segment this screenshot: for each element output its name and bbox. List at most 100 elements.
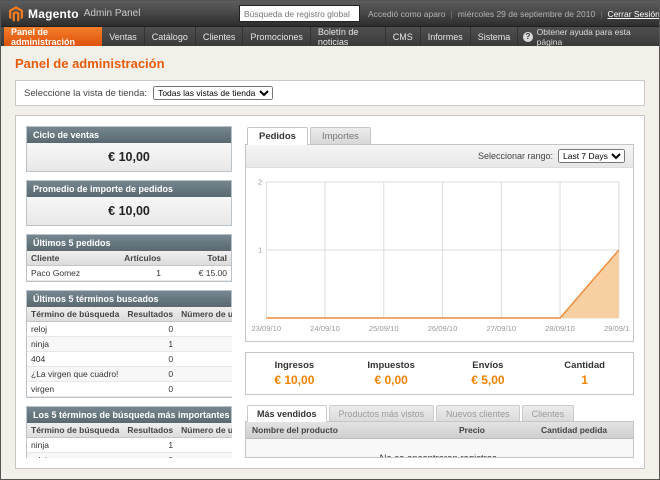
box-title: Últimos 5 términos buscados bbox=[27, 291, 231, 307]
table-row: reloj02 bbox=[27, 322, 232, 337]
nav-item-cms[interactable]: CMS bbox=[386, 27, 421, 46]
nav-item-informes[interactable]: Informes bbox=[421, 27, 471, 46]
total-label: Cantidad bbox=[540, 360, 629, 371]
table-cell: ninja bbox=[27, 337, 123, 352]
tab-clientes[interactable]: Clientes bbox=[522, 405, 575, 422]
nav-item-cat-logo[interactable]: Catálogo bbox=[145, 27, 196, 46]
tab-m-s-vendidos[interactable]: Más vendidos bbox=[247, 405, 327, 422]
table-row: ninja110 bbox=[27, 337, 232, 352]
table-cell: 1 bbox=[123, 337, 177, 352]
column-header-n-mero-de-usos: Número de usos bbox=[177, 307, 232, 322]
table-cell: 2 bbox=[177, 322, 232, 337]
page-title: Panel de administración bbox=[15, 56, 645, 71]
lifetime-sales-value: € 10,00 bbox=[27, 143, 231, 171]
logo-title: Magento bbox=[28, 7, 79, 21]
svg-text:29/09/10: 29/09/10 bbox=[604, 324, 629, 333]
report-tabs: Más vendidosProductos más vistosNuevos c… bbox=[245, 404, 634, 421]
table-cell: 0 bbox=[123, 352, 177, 367]
tab-pedidos[interactable]: Pedidos bbox=[247, 127, 308, 145]
help-icon: ? bbox=[523, 32, 532, 42]
table-cell: € 15.00 bbox=[165, 266, 231, 281]
column-header-t-rmino-de-b-squeda: Término de búsqueda bbox=[27, 423, 123, 438]
separator: | bbox=[451, 9, 453, 19]
nav-item-clientes[interactable]: Clientes bbox=[196, 27, 244, 46]
table-cell: 2 bbox=[177, 453, 232, 459]
global-search-input[interactable] bbox=[239, 5, 360, 22]
table-cell: ninja bbox=[27, 438, 123, 453]
table-cell: 2 bbox=[177, 367, 232, 382]
nav-item-bolet-n-de-noticias[interactable]: Boletín de noticias bbox=[311, 27, 386, 46]
chart-toolbar: Seleccionar rango: Last 7 Days bbox=[246, 145, 633, 168]
products-table-header: Nombre del producto Precio Cantidad pedi… bbox=[246, 422, 633, 439]
svg-text:28/09/10: 28/09/10 bbox=[545, 324, 575, 333]
last-orders-table: ClienteArtículosTotalPaco Gomez1€ 15.00 bbox=[27, 251, 231, 281]
table-cell: 1 bbox=[177, 352, 232, 367]
magento-logo-icon bbox=[9, 6, 23, 22]
table-cell: 1 bbox=[123, 438, 177, 453]
svg-text:26/09/10: 26/09/10 bbox=[428, 324, 458, 333]
dashboard-panel: Ciclo de ventas € 10,00 Promedio de impo… bbox=[15, 115, 645, 469]
table-cell: reloj bbox=[27, 453, 123, 459]
table-cell: 1 bbox=[177, 382, 232, 397]
column-header-qty: Cantidad pedida bbox=[535, 422, 633, 438]
store-view-switcher: Seleccione la vista de tienda: Todas las… bbox=[15, 80, 645, 106]
table-cell: 0 bbox=[123, 382, 177, 397]
store-view-label: Seleccione la vista de tienda: bbox=[24, 88, 147, 99]
page-help-link[interactable]: ? Obtener ayuda para esta página bbox=[518, 27, 656, 46]
table-cell: ¿La virgen que cuadro! bbox=[27, 367, 123, 382]
store-view-select[interactable]: Todas las vistas de tienda bbox=[153, 86, 273, 100]
tab-productos-m-s-vistos[interactable]: Productos más vistos bbox=[329, 405, 435, 422]
svg-text:24/09/10: 24/09/10 bbox=[310, 324, 340, 333]
total-label: Impuestos bbox=[347, 360, 436, 371]
svg-text:2: 2 bbox=[258, 178, 262, 187]
table-cell: 0 bbox=[123, 322, 177, 337]
content-area: Panel de administración Seleccione la vi… bbox=[1, 46, 659, 479]
total-env-os: Envíos € 5,00 bbox=[440, 358, 537, 389]
column-header-product: Nombre del producto bbox=[246, 422, 453, 438]
total-value: € 10,00 bbox=[250, 373, 339, 387]
average-orders-value: € 10,00 bbox=[27, 197, 231, 225]
last-orders-box: Últimos 5 pedidos ClienteArtículosTotalP… bbox=[26, 234, 232, 282]
nav-item-panel-de-administraci-n[interactable]: Panel de administración bbox=[4, 27, 102, 46]
nav-item-ventas[interactable]: Ventas bbox=[102, 27, 145, 46]
column-header-t-rmino-de-b-squeda: Término de búsqueda bbox=[27, 307, 123, 322]
main-nav: Panel de administraciónVentasCatálogoCli… bbox=[1, 26, 659, 46]
table-row: ¿La virgen que cuadro!02 bbox=[27, 367, 232, 382]
logout-link[interactable]: Cerrar Sesión bbox=[607, 9, 659, 19]
dashboard-left-column: Ciclo de ventas € 10,00 Promedio de impo… bbox=[26, 126, 232, 458]
range-select[interactable]: Last 7 Days bbox=[558, 149, 625, 163]
tab-importes[interactable]: Importes bbox=[310, 127, 371, 145]
column-header-art-culos: Artículos bbox=[115, 251, 165, 266]
column-header-resultados: Resultados bbox=[123, 307, 177, 322]
table-cell: 10 bbox=[177, 337, 232, 352]
table-row: ninja110 bbox=[27, 438, 232, 453]
svg-text:23/09/10: 23/09/10 bbox=[251, 324, 281, 333]
current-date-text: miércoles 29 de septiembre de 2010 bbox=[458, 9, 596, 19]
nav-item-sistema[interactable]: Sistema bbox=[471, 27, 519, 46]
range-label: Seleccionar rango: bbox=[478, 151, 553, 161]
total-value: 1 bbox=[540, 373, 629, 387]
top-search-terms-table: Término de búsquedaResultadosNúmero de u… bbox=[27, 423, 232, 458]
column-header-resultados: Resultados bbox=[123, 423, 177, 438]
box-title: Los 5 términos de búsqueda más important… bbox=[27, 407, 231, 423]
total-value: € 5,00 bbox=[444, 373, 533, 387]
table-cell: 0 bbox=[123, 453, 177, 459]
lifetime-sales-box: Ciclo de ventas € 10,00 bbox=[26, 126, 232, 172]
tab-nuevos-clientes[interactable]: Nuevos clientes bbox=[436, 405, 520, 422]
box-title: Últimos 5 pedidos bbox=[27, 235, 231, 251]
table-cell: Paco Gomez bbox=[27, 266, 115, 281]
top-search-terms-box: Los 5 términos de búsqueda más important… bbox=[26, 406, 232, 458]
nav-item-promociones[interactable]: Promociones bbox=[243, 27, 311, 46]
orders-area-chart: 1223/09/1024/09/1025/09/1026/09/1027/09/… bbox=[250, 172, 629, 336]
column-header-cliente: Cliente bbox=[27, 251, 115, 266]
total-label: Envíos bbox=[444, 360, 533, 371]
column-header-n-mero-de-usos: Número de usos bbox=[177, 423, 232, 438]
total-cantidad: Cantidad 1 bbox=[536, 358, 633, 389]
table-row: virgen01 bbox=[27, 382, 232, 397]
table-cell: 0 bbox=[123, 367, 177, 382]
table-cell: 1 bbox=[115, 266, 165, 281]
table-row: reloj02 bbox=[27, 453, 232, 459]
svg-text:27/09/10: 27/09/10 bbox=[486, 324, 516, 333]
table-cell: 10 bbox=[177, 438, 232, 453]
products-panel: Nombre del producto Precio Cantidad pedi… bbox=[245, 421, 634, 458]
